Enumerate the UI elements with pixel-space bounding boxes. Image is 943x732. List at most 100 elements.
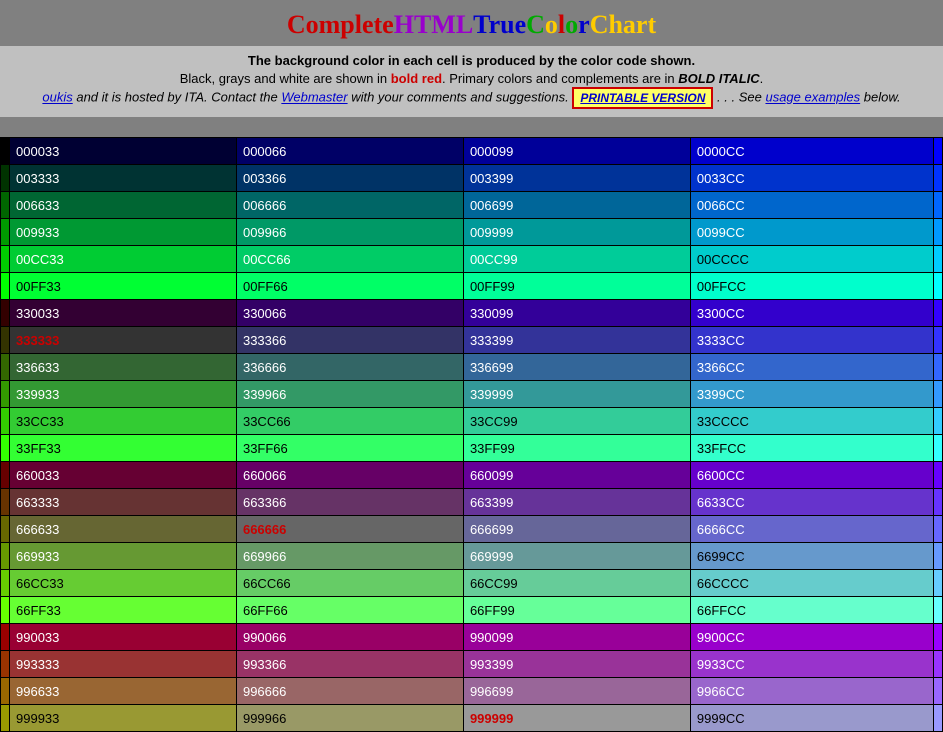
table-row: 990033 990066 990099 9900CC <box>1 624 943 651</box>
color-cell-edge <box>934 462 943 489</box>
color-cell: 330033 <box>10 300 237 327</box>
color-cell: 33CC66 <box>236 408 463 435</box>
color-cell: 990033 <box>10 624 237 651</box>
color-code-label: 0033CC <box>697 171 745 186</box>
title-word: r <box>578 10 590 40</box>
color-cell: 00CC33 <box>10 246 237 273</box>
color-code-label: 669933 <box>16 549 59 564</box>
color-code-label: 33CC99 <box>470 414 518 429</box>
color-code-label: 000099 <box>470 144 513 159</box>
color-cell: 66CC33 <box>10 570 237 597</box>
title-word: HTML <box>394 10 473 40</box>
color-cell: 336633 <box>10 354 237 381</box>
color-cell: 00CCCC <box>690 246 933 273</box>
table-row: 0099330099660099990099CC <box>1 219 943 246</box>
color-code-label: 9900CC <box>697 630 745 645</box>
color-code-label: 660066 <box>243 468 286 483</box>
bold-italic-sample: BOLD ITALIC <box>678 71 759 86</box>
color-code-label: 669999 <box>470 549 513 564</box>
color-cell-edge <box>1 543 10 570</box>
title-word: o <box>565 10 578 40</box>
color-code-label: 666699 <box>470 522 513 537</box>
color-code-label: 3366CC <box>697 360 745 375</box>
color-code-label: 000033 <box>16 144 59 159</box>
intro-line1: The background color in each cell is pro… <box>4 52 939 70</box>
color-cell: 990099 <box>463 624 690 651</box>
color-cell-edge <box>1 138 10 165</box>
color-code-label: 990099 <box>470 630 513 645</box>
color-code-label: 6633CC <box>697 495 745 510</box>
intro-text: . <box>760 71 764 86</box>
color-code-label: 3399CC <box>697 387 745 402</box>
title-word: o <box>545 10 558 40</box>
table-row: 00FF3300FF6600FF9900FFCC <box>1 273 943 300</box>
color-cell-edge <box>1 219 10 246</box>
color-code-label: 996699 <box>470 684 513 699</box>
color-chart-table: 0000330000660000990000CC0033330033660033… <box>0 137 943 732</box>
color-cell-edge <box>934 516 943 543</box>
usage-examples-link[interactable]: usage examples <box>765 90 860 105</box>
color-cell: 9999CC <box>690 705 933 732</box>
table-row: 0000330000660000990000CC <box>1 138 943 165</box>
color-cell-edge <box>1 624 10 651</box>
color-cell: 660033 <box>10 462 237 489</box>
color-code-label: 00CC99 <box>470 252 518 267</box>
color-cell: 330066 <box>236 300 463 327</box>
table-row: 9966339966669966999966CC <box>1 678 943 705</box>
intro-text: . Contact the <box>204 90 281 105</box>
color-code-label: 663333 <box>16 495 59 510</box>
color-cell: 999966 <box>236 705 463 732</box>
table-row: 66CC3366CC6666CC9966CCCC <box>1 570 943 597</box>
webmaster-link[interactable]: Webmaster <box>281 90 347 105</box>
color-cell: 003366 <box>236 165 463 192</box>
color-cell: 999933 <box>10 705 237 732</box>
color-cell: 996666 <box>236 678 463 705</box>
color-cell-edge <box>934 570 943 597</box>
color-cell-edge <box>1 516 10 543</box>
color-code-label: 006699 <box>470 198 513 213</box>
color-cell: 33FF66 <box>236 435 463 462</box>
color-code-label: 33CC66 <box>243 414 291 429</box>
color-cell: 3300CC <box>690 300 933 327</box>
color-code-label: 990033 <box>16 630 59 645</box>
color-cell-edge <box>1 678 10 705</box>
color-code-label: 00CCCC <box>697 252 749 267</box>
color-cell: 0099CC <box>690 219 933 246</box>
color-code-label: 333366 <box>243 333 286 348</box>
color-code-label: 66CC99 <box>470 576 518 591</box>
color-code-label: 33FFCC <box>697 441 746 456</box>
color-cell-edge <box>934 327 943 354</box>
color-cell-edge <box>1 192 10 219</box>
intro-line2: Black, grays and white are shown in bold… <box>4 70 939 88</box>
table-row: 3300333300663300993300CC <box>1 300 943 327</box>
color-code-label: 00FFCC <box>697 279 746 294</box>
color-cell: 669933 <box>10 543 237 570</box>
color-code-label: 66CC33 <box>16 576 64 591</box>
title-word: Complete <box>287 10 394 40</box>
color-cell: 339933 <box>10 381 237 408</box>
color-code-label: 00FF99 <box>470 279 515 294</box>
intro-text: . Primary colors and complements are in <box>442 71 678 86</box>
color-cell: 336699 <box>463 354 690 381</box>
printable-version-button[interactable]: PRINTABLE VERSION <box>572 87 713 109</box>
color-cell: 000099 <box>463 138 690 165</box>
color-code-label: 6600CC <box>697 468 745 483</box>
color-cell: 663366 <box>236 489 463 516</box>
color-code-label: 990066 <box>243 630 286 645</box>
color-code-label: 0000CC <box>697 144 745 159</box>
color-code-label: 00CC66 <box>243 252 291 267</box>
color-cell: 669966 <box>236 543 463 570</box>
color-cell: 33FF99 <box>463 435 690 462</box>
color-code-label: 66FF66 <box>243 603 288 618</box>
color-cell-edge <box>934 273 943 300</box>
color-cell: 00FF33 <box>10 273 237 300</box>
color-cell: 009966 <box>236 219 463 246</box>
table-row: 6633336633666633996633CC <box>1 489 943 516</box>
color-code-label: 66FF99 <box>470 603 515 618</box>
color-cell: 66FFCC <box>690 597 933 624</box>
oukis-link[interactable]: oukis <box>42 90 72 105</box>
color-code-label: 003399 <box>470 171 513 186</box>
color-cell: 3399CC <box>690 381 933 408</box>
color-code-label: 33CCCC <box>697 414 749 429</box>
color-cell: 660066 <box>236 462 463 489</box>
